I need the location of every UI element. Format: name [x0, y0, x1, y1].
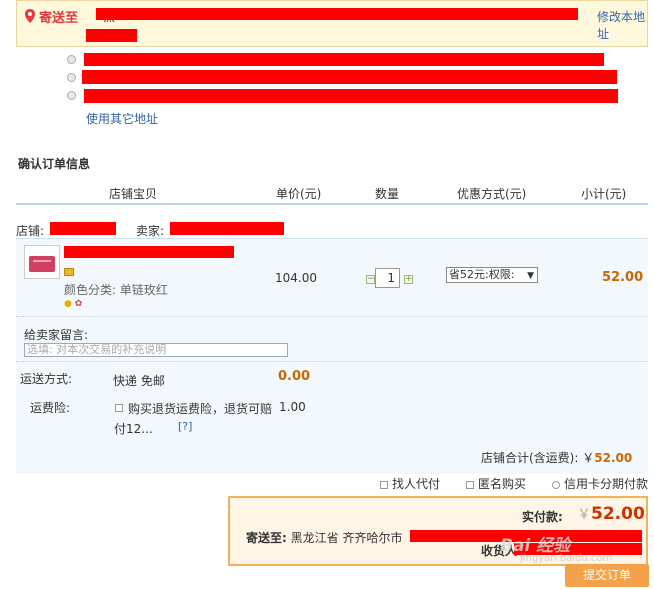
option-proxy-pay[interactable]: 找人代付 [380, 475, 440, 492]
option-anonymous[interactable]: 匿名购买 [466, 475, 526, 492]
submit-order-button[interactable]: 提交订单 [565, 564, 649, 587]
anonymous-checkbox[interactable] [466, 480, 474, 489]
col-header-quantity: 数量 [375, 187, 400, 201]
service-icons: ● ✿ [64, 299, 82, 309]
product-thumbnail[interactable] [24, 245, 60, 279]
col-header-item: 店铺宝贝 [109, 187, 158, 201]
redacted-product-title [64, 246, 234, 258]
currency-symbol: ￥ [577, 507, 591, 523]
dropdown-arrow-icon: ▼ [527, 271, 534, 281]
order-section-title: 确认订单信息 [18, 157, 91, 171]
insurance-text: 购买退货运费险，退货可赔 [128, 402, 273, 416]
order-table-header: 店铺宝贝 单价(元) 数量 优惠方式(元) 小计(元) [16, 183, 648, 205]
col-header-discount: 优惠方式(元) [457, 187, 527, 201]
ship-to-label: 寄送至 [39, 11, 79, 26]
message-input[interactable]: 选填: 对本次交易的补充说明 [24, 343, 288, 357]
option-installment[interactable]: 信用卡分期付款 [552, 475, 648, 492]
wallet-image [29, 256, 55, 272]
item-variant: 颜色分类: 单链玫红 [64, 283, 168, 297]
badge-icon: ● [64, 299, 72, 309]
address-option-radio[interactable] [67, 73, 76, 82]
shop-total-currency: ￥ [582, 451, 595, 465]
location-pin-icon [25, 9, 35, 23]
quantity-minus-button[interactable]: − [366, 275, 375, 284]
summary-ship-to: 寄送至: 黑龙江省 齐齐哈尔市 [246, 529, 402, 546]
shop-label: 店铺: [16, 224, 45, 238]
redacted-address-option [84, 89, 618, 103]
quantity-input[interactable]: 1 [375, 268, 400, 288]
redacted-address-line [96, 8, 578, 20]
anonymous-label: 匿名购买 [478, 477, 527, 491]
redacted-address-line-2 [86, 29, 137, 42]
seller-message-area: 给卖家留言: 选填: 对本次交易的补充说明 [16, 316, 648, 362]
quantity-plus-button[interactable]: + [404, 275, 413, 284]
summary-ship-to-value: 黑龙江省 齐齐哈尔市 [290, 531, 403, 545]
shipping-method-label: 运送方式: [20, 372, 73, 386]
discount-value: 省52元:权限: [449, 268, 515, 281]
discount-select[interactable]: 省52元:权限: ▼ [446, 267, 538, 283]
flower-icon: ✿ [74, 299, 83, 309]
shop-total-value: 52.00 [594, 451, 633, 465]
address-option-radio[interactable] [67, 91, 76, 100]
order-item-row: 颜色分类: 单链玫红 ● ✿ 104.00 − 1 + 省52元:权限: ▼ 5… [16, 238, 648, 316]
baidu-watermark-url: jingyan.baidu.com [520, 553, 613, 564]
proxy-pay-label: 找人代付 [392, 477, 441, 491]
use-other-address-link[interactable]: 使用其它地址 [86, 110, 158, 127]
col-header-subtotal: 小计(元) [581, 187, 627, 201]
insurance-fee: 1.00 [279, 400, 306, 414]
insurance-checkbox[interactable] [115, 404, 123, 412]
installment-label: 信用卡分期付款 [564, 477, 649, 491]
col-header-price: 单价(元) [276, 187, 322, 201]
payment-amount-value: 52.00 [591, 504, 645, 524]
insurance-text-more: 付12... [114, 422, 153, 436]
message-label: 给卖家留言: [24, 328, 89, 342]
shipping-method-value: 快递 免邮 [113, 374, 165, 388]
insurance-label: 运费险: [30, 401, 71, 415]
actual-payment-amount: ￥52.00 [577, 504, 645, 524]
order-extras: 给卖家留言: 选填: 对本次交易的补充说明 运送方式: 快递 免邮 0.00 运… [16, 316, 648, 474]
modify-address-link[interactable]: 修改本地址 [597, 8, 647, 42]
address-option-radio[interactable] [67, 55, 76, 64]
redacted-shop-name [50, 222, 116, 235]
shop-total: 店铺合计(含运费): ￥52.00 [481, 449, 632, 466]
proxy-pay-checkbox[interactable] [380, 480, 388, 489]
shop-info-row: 店铺: [16, 222, 44, 239]
shop-total-label: 店铺合计(含运费): [481, 451, 579, 465]
redacted-seller-name [170, 222, 284, 235]
summary-ship-to-label: 寄送至: [246, 531, 287, 545]
insurance-help-link[interactable]: [?] [178, 420, 192, 433]
shipping-fee: 0.00 [278, 369, 311, 384]
actual-payment-label: 实付款: [522, 510, 563, 524]
credit-card-icon [64, 268, 74, 276]
installment-checkbox[interactable] [552, 480, 560, 489]
redacted-address-option [84, 53, 604, 66]
item-subtotal: 52.00 [602, 270, 644, 285]
unit-price: 104.00 [275, 271, 317, 285]
redacted-address-option [82, 70, 617, 84]
seller-label: 卖家: [136, 224, 165, 238]
